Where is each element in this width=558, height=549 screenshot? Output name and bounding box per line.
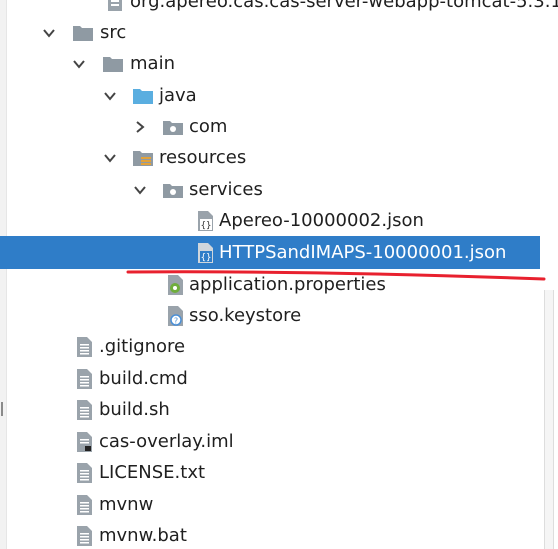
text-file-icon <box>73 494 95 516</box>
tree-item-mvnw[interactable]: mvnw <box>0 489 540 520</box>
text-file-icon <box>73 462 95 484</box>
tree-item-label: cas-overlay.iml <box>99 431 234 452</box>
tree-item-label: main <box>130 53 175 74</box>
tree-item-label: resources <box>159 147 247 168</box>
tree-item-label: build.sh <box>99 399 170 420</box>
tree-item-license-txt[interactable]: LICENSE.txt <box>0 457 540 488</box>
chevron-down-icon[interactable] <box>40 17 58 48</box>
svg-text:?: ? <box>174 317 178 326</box>
tree-item-label: LICENSE.txt <box>99 462 206 483</box>
tree-item-application-properties[interactable]: application.properties <box>0 269 540 300</box>
tree-item-main[interactable]: main <box>0 48 540 79</box>
text-file-icon <box>73 525 95 547</box>
json-file-icon: {} <box>194 242 216 264</box>
tree-item-label: mvnw <box>99 494 154 515</box>
svg-text:{}: {} <box>201 221 212 231</box>
tree-item-com[interactable]: com <box>0 111 540 142</box>
folder-icon <box>102 53 124 75</box>
tree-item-label: mvnw.bat <box>99 525 187 546</box>
tree-item-java[interactable]: java <box>0 80 540 111</box>
chevron-down-icon[interactable] <box>101 142 119 173</box>
tree-item-src[interactable]: src <box>0 17 540 48</box>
tree-item-label: HTTPSandIMAPS-10000001.json <box>219 242 507 263</box>
keystore-file-icon: ? <box>164 305 186 327</box>
tree-item-label: application.properties <box>189 274 386 295</box>
source-folder-icon <box>132 85 154 107</box>
tree-item-build-cmd[interactable]: build.cmd <box>0 363 540 394</box>
text-file-icon <box>73 399 95 421</box>
tree-item-label: build.cmd <box>99 368 188 389</box>
iml-file-icon <box>73 431 95 453</box>
tree-item-label: src <box>100 22 127 43</box>
svg-text:{}: {} <box>201 253 212 263</box>
tree-item-services[interactable]: services <box>0 174 540 205</box>
properties-file-icon <box>164 274 186 296</box>
tree-item-resources[interactable]: resources <box>0 142 540 173</box>
tree-item-cas-overlay-iml[interactable]: cas-overlay.iml <box>0 426 540 457</box>
tree-item-label: sso.keystore <box>189 305 302 326</box>
tree-item-label: org.apereo.cas.cas-server-webapp-tomcat-… <box>130 0 558 12</box>
chevron-down-icon[interactable] <box>70 48 88 79</box>
tree-item-build-sh[interactable]: build.sh <box>0 394 540 425</box>
project-tree-panel: org.apereo.cas.cas-server-webapp-tomcat-… <box>0 0 558 549</box>
package-icon <box>162 179 184 201</box>
tree-item-label: com <box>189 116 228 137</box>
tree-item-label: .gitignore <box>99 336 186 357</box>
resources-folder-icon <box>132 147 154 169</box>
json-file-icon: {} <box>194 210 216 232</box>
tree-item-sso-keystore[interactable]: ? sso.keystore <box>0 300 540 331</box>
text-file-icon <box>73 368 95 390</box>
tree-item-label: Apereo-10000002.json <box>219 210 424 231</box>
tree-item-mvnw-bat[interactable]: mvnw.bat <box>0 520 540 549</box>
tree-item-gitignore[interactable]: .gitignore <box>0 331 540 362</box>
jar-file-icon <box>104 0 126 13</box>
tree-item-label: java <box>159 85 197 106</box>
text-file-icon <box>73 336 95 358</box>
chevron-right-icon[interactable] <box>131 111 149 142</box>
package-icon <box>162 116 184 138</box>
tree-item-jar[interactable]: org.apereo.cas.cas-server-webapp-tomcat-… <box>0 0 558 17</box>
tree-item-apereo-json[interactable]: {} Apereo-10000002.json <box>0 205 540 236</box>
tree-item-label: services <box>189 179 263 200</box>
vertical-scrollbar[interactable] <box>544 290 554 549</box>
chevron-down-icon[interactable] <box>101 80 119 111</box>
folder-icon <box>72 22 94 44</box>
chevron-down-icon[interactable] <box>131 174 149 205</box>
tree-item-httpsandimaps-json[interactable]: {} HTTPSandIMAPS-10000001.json <box>0 236 540 269</box>
